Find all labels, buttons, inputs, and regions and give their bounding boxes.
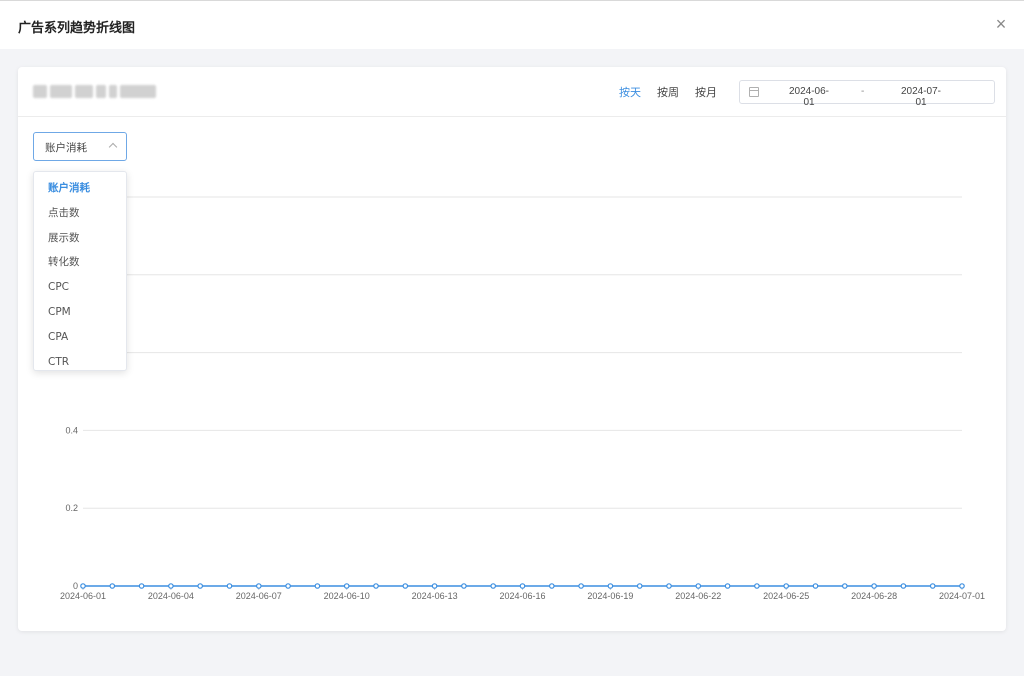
x-tick-label: 2024-07-01 [939, 591, 985, 601]
data-point [812, 583, 819, 589]
dropdown-option[interactable]: 账户消耗 [34, 176, 126, 200]
data-point [80, 583, 86, 589]
data-point [461, 583, 467, 589]
modal-title: 广告系列趋势折线图 [18, 21, 136, 36]
data-point [578, 583, 584, 589]
x-tick-label: 2024-06-16 [499, 591, 545, 601]
data-point [666, 583, 672, 589]
data-point [256, 583, 262, 589]
data-point [431, 583, 438, 589]
data-point [754, 583, 760, 589]
data-point [373, 583, 379, 589]
y-tick-label: 0.2 [65, 503, 78, 513]
data-point [929, 583, 936, 589]
data-point [226, 583, 233, 589]
data-point [636, 583, 643, 589]
dropdown-option[interactable]: 展示数 [34, 226, 126, 250]
data-point [343, 583, 350, 589]
dropdown-option[interactable]: CPC [34, 275, 126, 299]
x-tick-label: 2024-06-13 [412, 591, 458, 601]
data-point [900, 583, 907, 589]
line-chart: 0 0.2 0.4 2024-06-01 2024-06-04 2024-06-07 202… [60, 196, 985, 601]
x-tick-label: 2024-06-22 [675, 591, 721, 601]
dropdown-option[interactable]: CPM [34, 300, 126, 324]
data-point [402, 583, 409, 589]
y-tick-label: 0.4 [65, 425, 78, 435]
x-tick-label: 2024-06-19 [587, 591, 633, 601]
data-point [285, 583, 291, 589]
chart-card: 按天 按周 按月 2024-06-01 - 2024-07-01 账户消耗 00… [18, 67, 1006, 631]
x-tick-label: 2024-06-25 [763, 591, 809, 601]
x-tick-label: 2024-06-07 [236, 591, 282, 601]
data-point [959, 583, 965, 589]
data-point [783, 583, 790, 589]
data-point [607, 583, 614, 589]
x-tick-label: 2024-06-04 [148, 591, 194, 601]
modal-header: 广告系列趋势折线图 × [0, 0, 1024, 49]
data-point [724, 583, 731, 589]
data-point [548, 583, 555, 589]
data-point [197, 583, 204, 589]
data-point [519, 583, 526, 589]
metric-dropdown: 账户消耗 点击数 展示数 转化数 CPC CPM CPA CTR [33, 171, 127, 371]
y-tick-label: 0 [73, 581, 78, 591]
data-point [695, 583, 702, 589]
dropdown-option[interactable]: CTR [34, 350, 126, 370]
dropdown-option[interactable]: 转化数 [34, 250, 126, 274]
x-tick-label: 2024-06-10 [324, 591, 370, 601]
data-point [841, 583, 848, 589]
data-point [109, 583, 116, 589]
data-point [138, 583, 145, 589]
data-point [314, 583, 321, 589]
x-tick-label: 2024-06-01 [60, 591, 106, 601]
data-point [490, 583, 497, 589]
data-point [871, 583, 877, 589]
dropdown-option[interactable]: 点击数 [34, 201, 126, 225]
close-icon[interactable]: × [992, 15, 1010, 33]
dropdown-option[interactable]: CPA [34, 325, 126, 349]
x-tick-label: 2024-06-28 [851, 591, 897, 601]
data-point [168, 583, 174, 589]
